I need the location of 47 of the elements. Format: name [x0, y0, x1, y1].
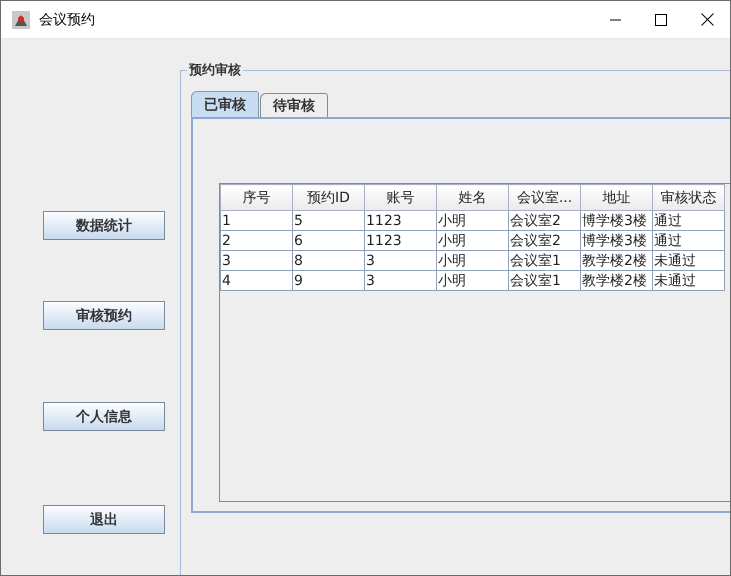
nav-button[interactable]: 数据统计: [43, 211, 165, 240]
app-icon: [11, 10, 31, 30]
table-cell: 未通过: [652, 250, 724, 270]
column-header[interactable]: 序号: [220, 184, 292, 210]
panel-title: 预约审核: [188, 62, 242, 79]
table-cell: 小明: [436, 250, 508, 270]
table-cell: 会议室2: [508, 230, 580, 250]
table-cell: 1: [220, 210, 292, 230]
table-cell: 小明: [436, 210, 508, 230]
tab[interactable]: 已审核: [191, 91, 259, 117]
table-cell: 1123: [364, 230, 436, 250]
table-cell: 教学楼2楼: [580, 250, 652, 270]
table-cell: 博学楼3楼: [580, 210, 652, 230]
column-header[interactable]: 预约ID: [292, 184, 364, 210]
table-cell: 会议室2: [508, 210, 580, 230]
maximize-icon[interactable]: [655, 14, 667, 26]
tab[interactable]: 待审核: [260, 93, 328, 117]
table-cell: 未通过: [652, 270, 724, 290]
table-cell: 3: [364, 270, 436, 290]
window-title: 会议预约: [39, 10, 95, 28]
table-cell: 2: [220, 230, 292, 250]
table-cell: 小明: [436, 230, 508, 250]
nav-button[interactable]: 个人信息: [43, 402, 165, 431]
table-cell: 8: [292, 250, 364, 270]
column-header[interactable]: 审核状态: [652, 184, 724, 210]
table-cell: 通过: [652, 210, 724, 230]
table-cell: 5: [292, 210, 364, 230]
table-cell: 4: [220, 270, 292, 290]
minimize-icon[interactable]: [610, 18, 620, 20]
table-cell: 9: [292, 270, 364, 290]
close-icon[interactable]: [700, 13, 714, 26]
table-cell: 1123: [364, 210, 436, 230]
table-cell: 通过: [652, 230, 724, 250]
table-cell: 6: [292, 230, 364, 250]
table-cell: 教学楼2楼: [580, 270, 652, 290]
table-cell: 博学楼3楼: [580, 230, 652, 250]
column-header[interactable]: 姓名: [436, 184, 508, 210]
nav-button[interactable]: 审核预约: [43, 301, 165, 330]
column-header[interactable]: 会议室...: [508, 184, 580, 210]
column-header[interactable]: 账号: [364, 184, 436, 210]
table-cell: 会议室1: [508, 250, 580, 270]
table-cell: 小明: [436, 270, 508, 290]
table-cell: 3: [220, 250, 292, 270]
nav-button[interactable]: 退出: [43, 505, 165, 534]
column-header[interactable]: 地址: [580, 184, 652, 210]
table-cell: 会议室1: [508, 270, 580, 290]
table-cell: 3: [364, 250, 436, 270]
